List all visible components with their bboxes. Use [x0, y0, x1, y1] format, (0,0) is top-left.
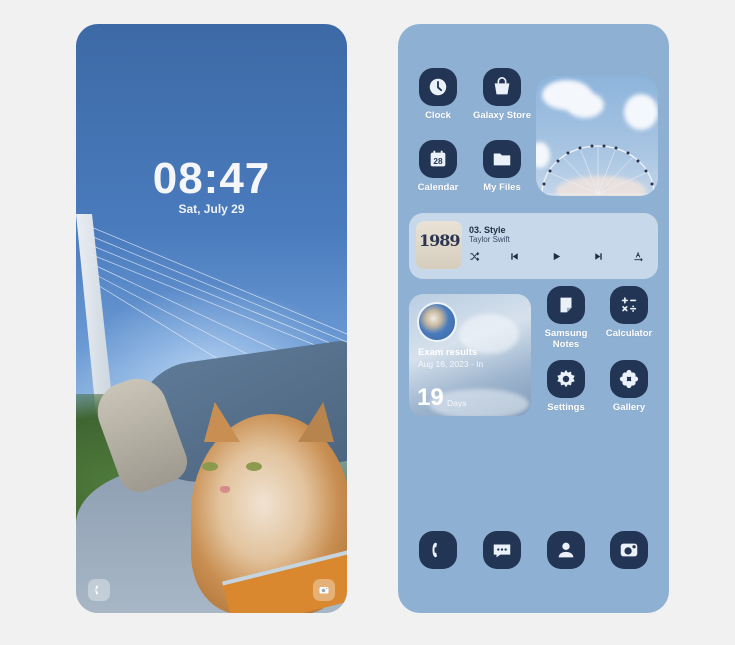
cloud: [429, 389, 529, 416]
dock-phone[interactable]: [406, 531, 470, 569]
next-icon: [594, 252, 602, 260]
app-samsung-notes[interactable]: Samsung Notes: [534, 286, 598, 350]
app-label: Gallery: [612, 402, 646, 413]
dday-title: Exam results: [418, 347, 478, 358]
svg-text:28: 28: [433, 157, 443, 166]
app-label: Samsung Notes: [544, 328, 588, 350]
album-art: 1989: [416, 221, 462, 269]
dday-subtitle: Aug 16, 2023 - In: [418, 359, 484, 369]
bridge-cables: [83, 224, 347, 364]
cast-button[interactable]: [631, 249, 645, 263]
app-label: Galaxy Store: [472, 110, 532, 121]
next-button[interactable]: [591, 249, 605, 263]
app-label: Settings: [547, 402, 585, 413]
dday-unit: Days: [447, 398, 467, 408]
gear-icon: [557, 369, 575, 388]
track-artist: Taylor Swift: [469, 235, 510, 244]
cat-nose: [220, 486, 230, 493]
cat-eye: [202, 462, 218, 471]
cast-icon: [633, 251, 643, 261]
lock-camera-shortcut[interactable]: [313, 579, 335, 601]
chat-bubble-icon: [493, 544, 511, 558]
play-icon: [553, 252, 560, 260]
lock-phone-shortcut[interactable]: [88, 579, 110, 601]
home-screen: Clock Galaxy Store 28 Calendar My Files: [398, 24, 669, 613]
play-button[interactable]: [549, 249, 563, 263]
person-icon: [558, 542, 574, 558]
clock-icon: [429, 78, 447, 96]
dday-avatar: [417, 302, 457, 342]
app-label: Clock: [425, 110, 451, 121]
dday-widget[interactable]: Exam results Aug 16, 2023 - In 19 Days: [409, 294, 531, 416]
lock-clock: 08:47: [152, 154, 271, 203]
phone-icon: [95, 585, 98, 595]
shopping-bag-icon: [494, 77, 510, 95]
flower-icon: [619, 369, 639, 389]
lock-screen: 08:47 Sat, July 29: [76, 24, 347, 613]
dock-messages[interactable]: [470, 531, 534, 569]
cat-eye: [246, 462, 262, 471]
phone-icon: [432, 542, 438, 558]
lock-date: Sat, July 29: [178, 202, 245, 216]
notes-icon: [560, 297, 572, 313]
app-calendar[interactable]: 28 Calendar: [406, 140, 470, 193]
dday-count: 19: [417, 384, 444, 411]
cloud: [624, 94, 658, 130]
calculator-icon: [621, 297, 637, 312]
dock-camera[interactable]: [597, 531, 661, 569]
app-my-files[interactable]: My Files: [470, 140, 534, 193]
album-art-text: 1989: [419, 231, 461, 250]
shuffle-icon: [469, 251, 479, 261]
app-label: Calculator: [605, 328, 653, 339]
app-clock[interactable]: Clock: [406, 68, 470, 121]
cloud: [566, 92, 604, 118]
music-widget[interactable]: 1989 03. Style Taylor Swift: [409, 213, 658, 279]
app-settings[interactable]: Settings: [534, 360, 598, 413]
dock-contacts[interactable]: [534, 531, 598, 569]
camera-icon: [620, 543, 638, 557]
shuffle-button[interactable]: [467, 249, 481, 263]
previous-button[interactable]: [507, 249, 521, 263]
ferris-wheel: [541, 144, 655, 195]
calendar-icon: 28: [430, 150, 446, 167]
photo-widget[interactable]: [536, 76, 658, 196]
previous-icon: [510, 252, 518, 260]
app-galaxy-store[interactable]: Galaxy Store: [470, 68, 534, 121]
camera-icon: [319, 587, 329, 594]
app-calculator[interactable]: Calculator: [597, 286, 661, 339]
app-gallery[interactable]: Gallery: [597, 360, 661, 413]
app-label: My Files: [483, 182, 521, 193]
folder-icon: [493, 153, 511, 166]
track-title: 03. Style: [469, 225, 506, 235]
app-label: Calendar: [417, 182, 459, 193]
